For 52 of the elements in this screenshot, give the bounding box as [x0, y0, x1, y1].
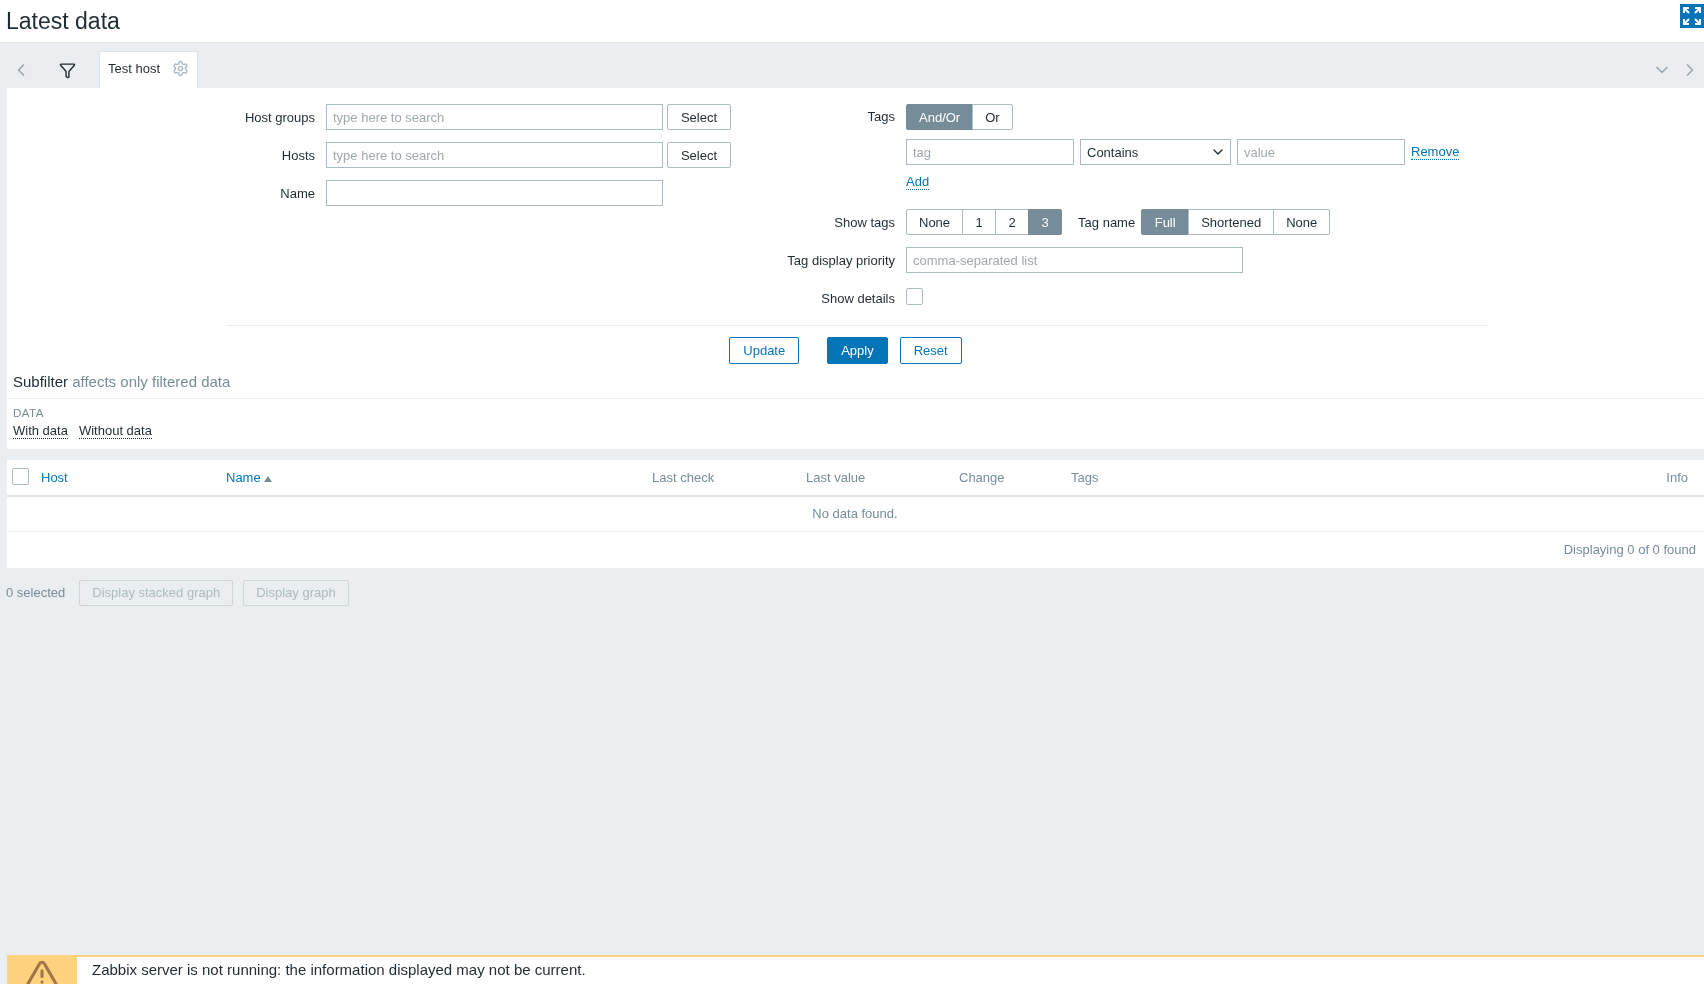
radio-option[interactable]: Shortened [1188, 209, 1275, 235]
column-header: Change [953, 460, 1065, 496]
action-button[interactable]: Update [729, 337, 800, 364]
field-label: Hosts [280, 147, 315, 163]
action-button[interactable]: Reset [899, 337, 962, 364]
field-label: Tags [866, 108, 895, 126]
field-label: Tag display priority [786, 252, 895, 268]
field-label: Tag name [1078, 214, 1136, 230]
column-header[interactable]: Host [35, 460, 220, 496]
field-label: Name [279, 185, 315, 201]
input-field[interactable]: type here to search [326, 142, 663, 168]
column-header[interactable]: Name [220, 460, 646, 496]
radio-option[interactable]: 1 [962, 209, 997, 235]
radio-option[interactable]: 2 [995, 209, 1030, 235]
remove-link[interactable]: Remove [1411, 144, 1460, 160]
subfilter-title: Subfilter [13, 373, 69, 390]
subfilter-link[interactable]: Without data [78, 423, 152, 439]
filter-tab[interactable]: Test host [99, 51, 199, 88]
select-all-checkbox[interactable] [12, 467, 29, 485]
subfilter-link[interactable]: With data [13, 423, 68, 439]
subfilter-hint: affects only filtered data [72, 373, 231, 390]
gear-icon[interactable] [172, 59, 190, 77]
field-label: Host groups [243, 109, 315, 125]
select-button[interactable]: Select [667, 104, 731, 130]
action-button[interactable]: Apply [827, 337, 888, 364]
subfilter-group-label: DATA [13, 407, 45, 419]
select-button[interactable]: Select [667, 142, 731, 168]
field-label: Show tags [833, 214, 895, 230]
column-header: Tags [1065, 460, 1584, 496]
input-field[interactable]: comma-separated list [906, 247, 1243, 273]
input-field[interactable]: type here to search [326, 104, 663, 130]
field-label: Show details [820, 290, 895, 306]
page-title: Latest data [6, 7, 120, 35]
empty-message: No data found. [812, 506, 898, 522]
column-header: Info [1584, 460, 1704, 496]
fullscreen-button[interactable] [1680, 4, 1704, 28]
add-link[interactable]: Add [906, 174, 930, 190]
column-header: Last value [800, 460, 953, 496]
tag-input-field[interactable]: tag [906, 139, 1074, 165]
column-header: Last check [646, 460, 800, 496]
input-field[interactable] [326, 180, 663, 206]
radio-option[interactable]: Or [972, 104, 1013, 130]
radio-option[interactable]: None [1273, 209, 1331, 235]
filter-icon[interactable] [58, 61, 76, 79]
warning-icon [25, 958, 59, 984]
checkbox[interactable] [906, 288, 923, 305]
paging-summary: Displaying 0 of 0 found [1563, 542, 1696, 557]
selected-count: 0 selected [6, 585, 66, 600]
value-input-field[interactable]: value [1237, 139, 1405, 165]
radio-option[interactable]: None [906, 209, 964, 235]
warning-message: Zabbix server is not running: the information displayed may not be current. [91, 960, 586, 980]
operator-dropdown[interactable]: Contains [1080, 139, 1231, 165]
